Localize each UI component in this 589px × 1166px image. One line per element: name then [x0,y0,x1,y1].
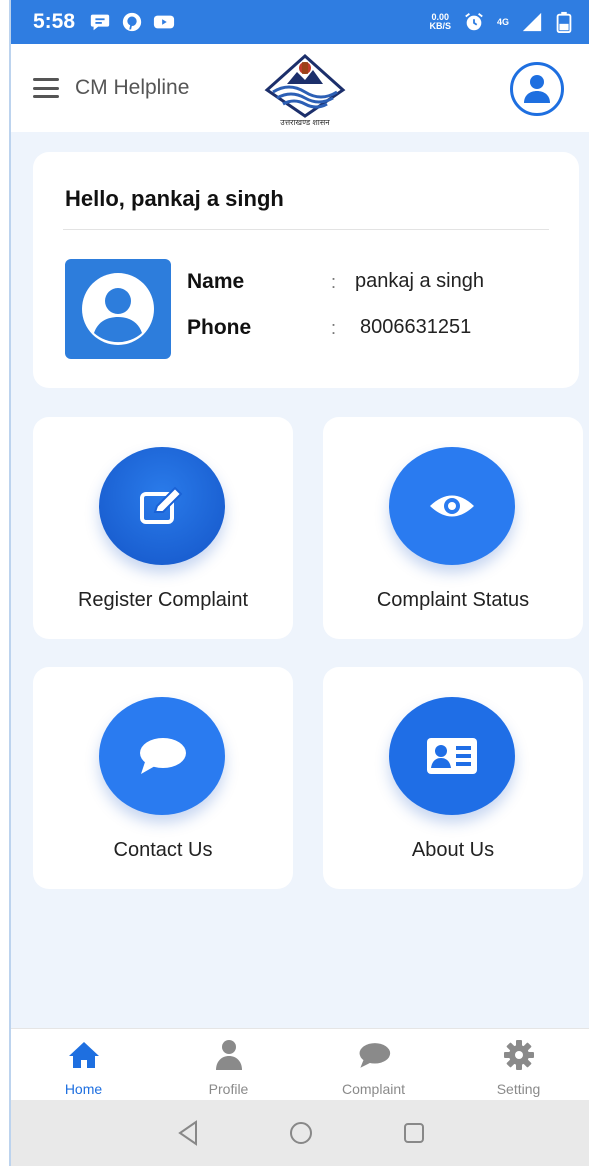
name-value: pankaj a singh [355,270,484,292]
nav-complaint[interactable]: Complaint [301,1029,446,1100]
status-icons-right: 0.00 KB/S 4G [429,11,573,33]
contact-us-tile[interactable]: Contact Us [33,667,293,889]
card-divider [63,229,549,230]
name-label: Name [187,270,245,293]
contact-us-label: Contact Us [113,839,213,861]
phone-colon: : [331,318,337,338]
nav-setting[interactable]: Setting [446,1029,589,1100]
register-complaint-tile[interactable]: Register Complaint [33,417,293,639]
recents-square-icon[interactable] [402,1121,426,1145]
nav-complaint-label: Complaint [341,1081,406,1097]
user-info-card: Hello, pankaj a singh Name : pankaj a si… [33,152,579,388]
phone-screen: 5:58 0.00 KB/S 4G CM Helpline उत्तराखण्ड… [9,0,589,1166]
bottom-navigation: Home Profile Complaint Setting [11,1028,589,1100]
message-icon [90,14,110,31]
greeting-text: Hello, pankaj a singh [65,186,284,211]
eye-icon [430,495,474,517]
user-avatar [65,259,171,359]
app-bar: CM Helpline उत्तराखण्ड शासन [11,44,589,132]
about-us-circle [389,697,515,815]
register-complaint-circle [99,447,225,565]
name-colon: : [331,272,337,292]
id-card-icon [427,738,477,774]
complaint-status-tile[interactable]: Complaint Status [323,417,583,639]
phone-value: 8006631251 [360,316,472,338]
nav-setting-label: Setting [496,1081,541,1097]
edit-icon [140,486,183,524]
status-bar: 5:58 0.00 KB/S 4G [11,0,589,44]
logo-text: उत्तराखण्ड शासन [280,118,330,127]
complaint-status-label: Complaint Status [376,589,530,611]
person-icon [524,75,550,103]
status-time: 5:58 [33,10,76,33]
back-triangle-icon[interactable] [176,1120,200,1146]
user-avatar-icon [82,273,154,345]
register-complaint-label: Register Complaint [77,589,249,611]
chat-bubble-icon [359,1043,390,1068]
network-type: 4G [496,17,509,27]
contact-us-circle [99,697,225,815]
home-circle-icon[interactable] [288,1120,314,1146]
youtube-icon [153,15,175,29]
chat-bubble-icon [140,738,186,774]
alarm-icon [465,13,483,31]
battery-icon [556,11,572,33]
profile-button[interactable] [510,62,564,116]
complaint-status-circle [389,447,515,565]
nav-profile[interactable]: Profile [156,1029,301,1100]
about-us-tile[interactable]: About Us [323,667,583,889]
system-navigation-bar [11,1100,589,1166]
nav-profile-label: Profile [208,1081,249,1097]
phone-label: Phone [187,316,252,339]
person-icon [215,1040,242,1070]
network-speed: 0.00 KB/S [429,13,451,31]
home-icon [68,1042,99,1068]
about-us-label: About Us [411,839,495,861]
uttarakhand-govt-logo: उत्तराखण्ड शासन [263,53,347,128]
signal-icon [522,12,542,32]
nav-home-label: Home [64,1081,103,1097]
pinterest-icon [122,12,142,32]
hamburger-menu-icon[interactable] [33,78,59,98]
network-speed-unit: KB/S [429,21,451,31]
gear-icon [503,1040,534,1070]
app-title: CM Helpline [75,76,190,99]
logo-emblem-icon [264,53,346,118]
nav-home[interactable]: Home [11,1029,156,1100]
